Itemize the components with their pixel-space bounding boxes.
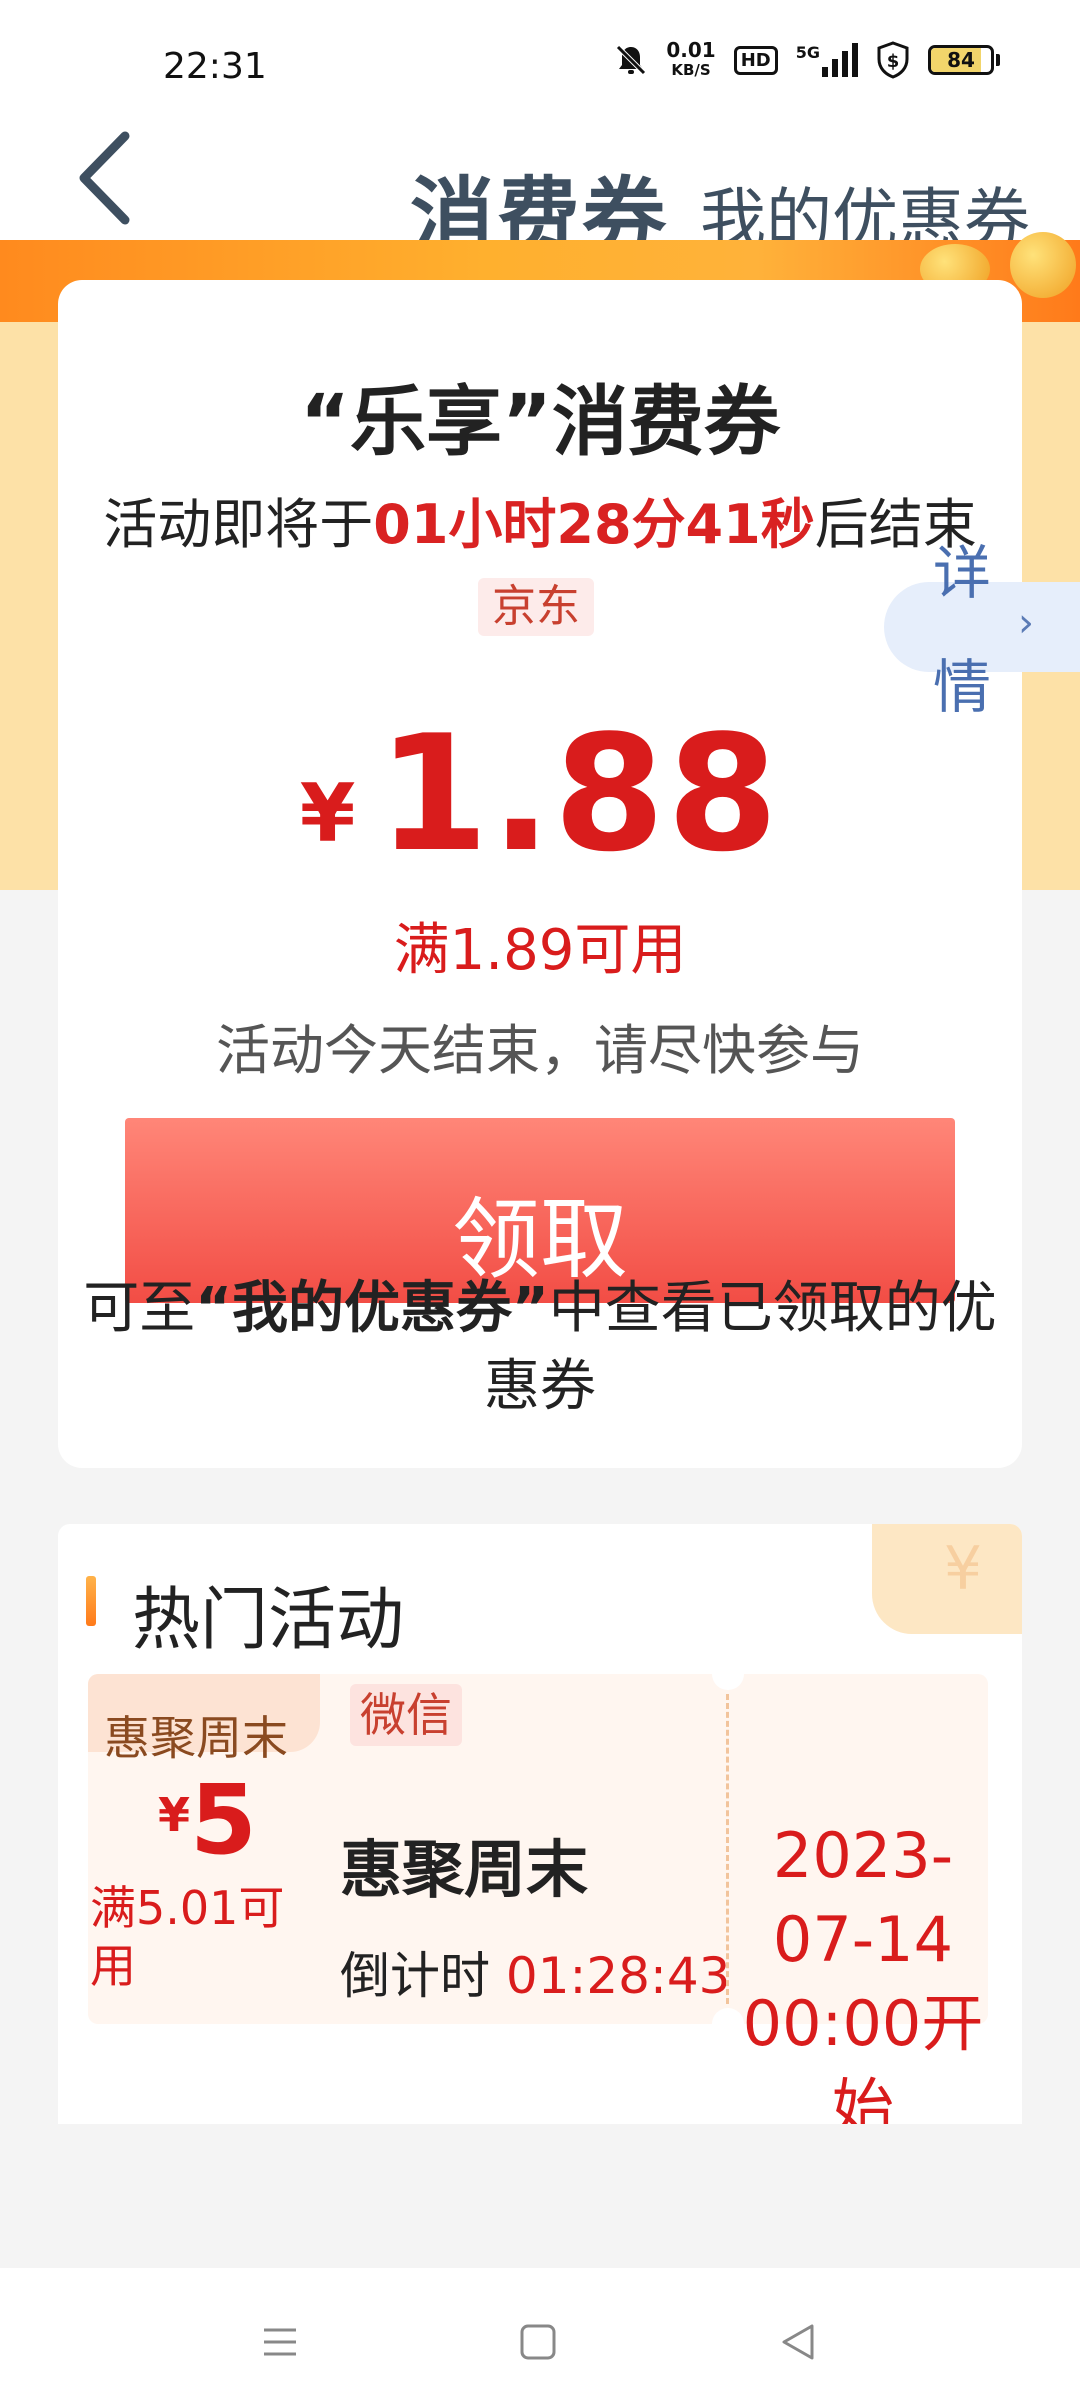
net-speed: 0.01 KB/S <box>666 40 715 80</box>
coupon-title: “乐享”消费券 <box>300 377 780 466</box>
back-button[interactable] <box>70 128 160 238</box>
end-note: 活动今天结束，请尽快参与 <box>216 1019 864 1082</box>
claim-note-pre: 可至 <box>83 1276 196 1341</box>
nav-menu-button[interactable] <box>250 2312 310 2372</box>
net-speed-unit: KB/S <box>671 61 711 79</box>
net-speed-value: 0.01 <box>666 38 716 62</box>
claim-note: 可至“我的优惠券”中查看已领取的优惠券 <box>58 1270 1022 1426</box>
status-icons: 0.01 KB/S HD 5G $ 84 <box>614 40 1000 80</box>
activity-currency: ¥ <box>158 1788 191 1842</box>
activity-countdown-value: 01:28:43 <box>505 1947 731 2005</box>
price-currency: ¥ <box>299 767 356 860</box>
header: 消费券 我的优惠券 <box>0 120 1080 266</box>
details-label-1: 详 <box>933 539 992 607</box>
chevron-right-icon: › <box>1018 600 1034 646</box>
countdown-prefix: 活动即将于 <box>103 493 374 556</box>
usage-threshold: 满1.89可用 <box>393 918 687 983</box>
cell-signal: 5G <box>796 43 858 77</box>
nav-back-button[interactable] <box>768 2312 828 2372</box>
activity-countdown: 倒计时 01:28:43 <box>340 1936 730 2008</box>
status-bar: 22:31 0.01 KB/S HD 5G $ 84 <box>0 0 1080 120</box>
status-time: 22:31 <box>163 46 267 87</box>
platform-tag: 京东 <box>478 578 594 636</box>
mute-bell-icon <box>616 45 647 75</box>
coupon-price: ¥1.88 <box>58 700 1022 887</box>
activity-start-time: 2023-07-14 00:00开始 <box>742 1819 984 2124</box>
section-accent-bar <box>86 1576 96 1626</box>
ticket-notch <box>712 1658 744 1690</box>
svg-text:$: $ <box>887 51 900 72</box>
activity-platform-tag: 微信 <box>350 1684 462 1746</box>
signal-bars-icon <box>822 43 858 77</box>
activity-tag-name: 惠聚周末 <box>104 1711 288 1765</box>
triangle-back-icon <box>782 2324 814 2360</box>
activity-card[interactable]: 惠聚周末 ¥5 满5.01可用 微信 惠聚周末 倒计时 01:28:43 202… <box>88 1658 988 2124</box>
price-amount: 1.88 <box>377 700 781 887</box>
section-title: 热门活动 <box>132 1581 405 1660</box>
chevron-left-icon <box>79 131 130 225</box>
battery-level: 84 <box>947 48 975 72</box>
coupon-card: “乐享”消费券 活动即将于01小时28分41秒后结束 京东 › 详 情 ¥1.8… <box>58 280 1080 1468</box>
claim-note-post: 中查看已领取的优惠券 <box>484 1276 997 1419</box>
shield-dollar-icon: $ <box>877 41 909 79</box>
menu-icon <box>264 2328 296 2356</box>
coin-decoration <box>1010 232 1076 298</box>
square-home-icon <box>520 2324 556 2360</box>
nav-home-button[interactable] <box>508 2312 568 2372</box>
activity-countdown-label: 倒计时 <box>340 1947 490 2005</box>
yen-decoration-sign: ¥ <box>943 1534 982 1604</box>
system-nav-bar <box>0 2268 1080 2400</box>
activity-amount: 5 <box>190 1764 257 1876</box>
activity-condition: 满5.01可用 <box>90 1881 285 1993</box>
hd-badge: HD <box>733 45 778 75</box>
hot-activities-section: ¥ 热门活动 惠聚周末 ¥5 满5.01可用 微信 惠聚周末 倒计时 01:28… <box>58 1524 1022 2124</box>
activity-value: ¥5 <box>158 1764 257 1876</box>
activity-title: 惠聚周末 <box>340 1833 589 1906</box>
claim-note-link[interactable]: “我的优惠券” <box>195 1276 549 1341</box>
battery-icon: 84 <box>928 45 1000 75</box>
network-type: 5G <box>795 43 820 62</box>
countdown-time: 01小时28分41秒 <box>373 493 815 556</box>
